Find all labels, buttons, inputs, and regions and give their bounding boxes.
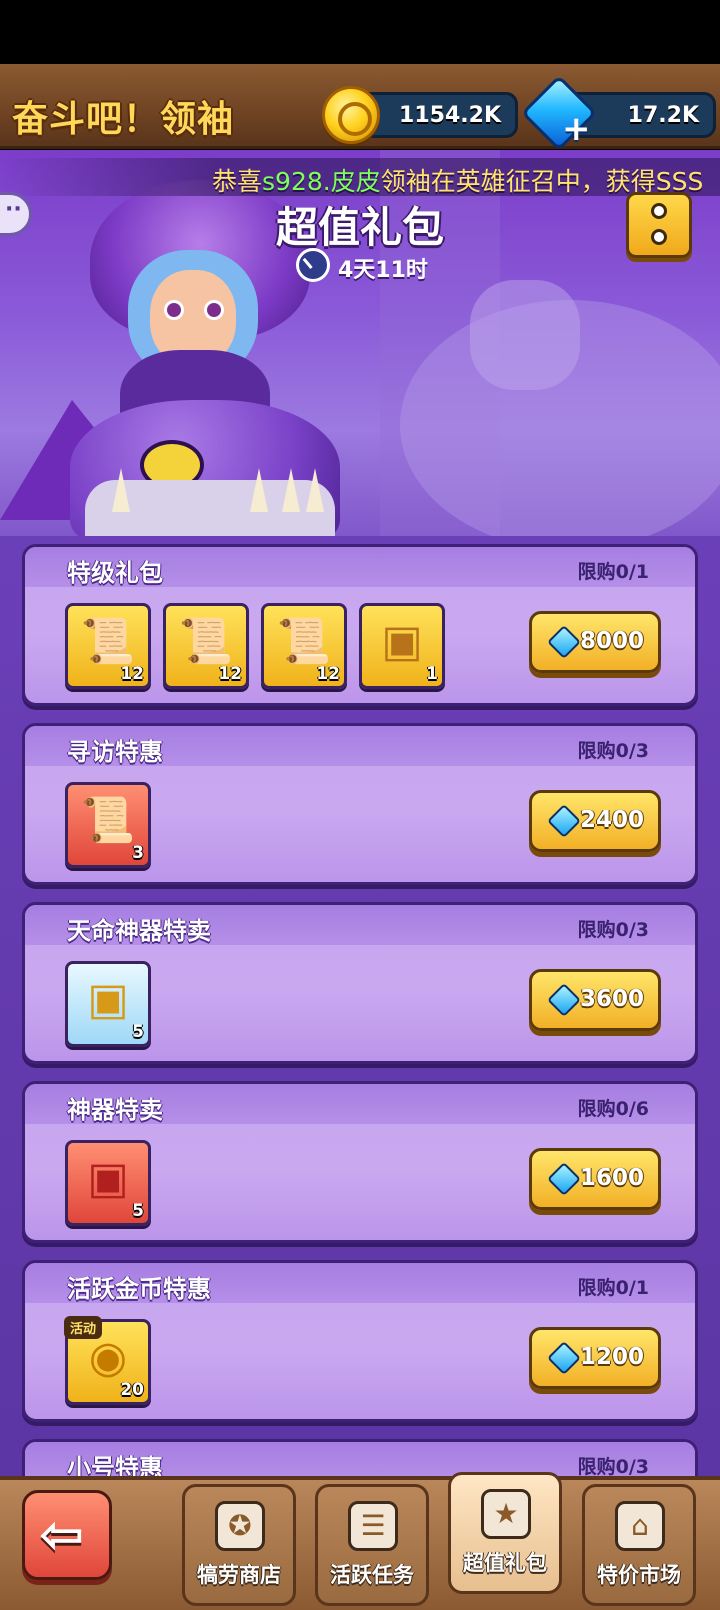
pack-limit: 限购0/3	[577, 919, 649, 941]
game-title: 奋斗吧！领袖	[12, 99, 235, 140]
tab-label: 超值礼包	[463, 1551, 547, 1575]
reward-shop-icon: ✪	[215, 1501, 265, 1551]
event-coin-icon[interactable]: ◉ 活动 20	[64, 1316, 151, 1405]
event-tag: 活动	[64, 1316, 103, 1339]
tab-label: 特价市场	[597, 1563, 681, 1587]
price-label: 3600	[580, 986, 645, 1012]
pack-limit: 限购0/1	[577, 1277, 649, 1299]
pack-card: 特级礼包 限购0/1 📜 12 📜 12 📜 12 ▣ 1 8000	[22, 544, 698, 706]
add-gem-icon[interactable]: +	[562, 112, 591, 146]
purple-scroll-icon[interactable]: 📜 3	[65, 782, 151, 868]
pack-card: 寻访特惠 限购0/3 📜 3 2400	[22, 723, 698, 885]
pack-card: 活跃金币特惠 限购0/1 ◉ 活动 20 1200	[22, 1260, 698, 1422]
task-list-icon: ☰	[348, 1501, 398, 1551]
buy-button[interactable]: 1600	[529, 1148, 661, 1210]
tab-active-tasks[interactable]: ☰ 活跃任务	[315, 1484, 429, 1606]
item-qty: 1	[426, 664, 438, 684]
tab-label: 犒劳商店	[197, 1563, 281, 1587]
tab-reward-shop[interactable]: ✪ 犒劳商店	[182, 1484, 296, 1606]
gem-icon	[547, 625, 581, 659]
gem-icon	[547, 983, 581, 1017]
gem-icon	[547, 804, 581, 838]
market-stall-icon: ⌂	[615, 1501, 665, 1551]
witch-right-eye	[204, 300, 224, 320]
info-button[interactable]	[626, 192, 692, 258]
item-qty: 12	[120, 664, 144, 684]
timer-text: 4天11时	[338, 258, 428, 283]
pack-limit: 限购0/3	[577, 740, 649, 762]
pack-card: 天命神器特卖 限购0/3 ▣ 5 3600	[22, 902, 698, 1064]
pack-title: 特级礼包	[67, 559, 163, 587]
pack-limit: 限购0/6	[577, 1098, 649, 1120]
scroll-icon[interactable]: 📜 12	[261, 603, 347, 689]
gift-box-icon: ★	[481, 1489, 531, 1539]
pack-card: 神器特卖 限购0/6 ▣ 5 1600	[22, 1081, 698, 1243]
background-cat-statue	[470, 280, 580, 390]
treasure-chest-icon[interactable]: ▣ 1	[359, 603, 445, 689]
pack-title: 神器特卖	[67, 1096, 163, 1124]
info-dot	[651, 203, 667, 219]
price-label: 1600	[580, 1165, 645, 1191]
gem-icon	[547, 1162, 581, 1196]
ticker-text: 恭喜s928.皮皮领袖在英雄征召中，获得SSS	[212, 162, 703, 196]
ticker-player: s928.皮皮	[262, 167, 381, 196]
scroll-icon[interactable]: 📜 12	[65, 603, 151, 689]
price-label: 8000	[580, 628, 645, 654]
status-bar	[0, 0, 720, 64]
golden-chest-icon[interactable]: ▣ 5	[65, 961, 151, 1047]
item-qty: 12	[218, 664, 242, 684]
ticker-prefix: 恭喜	[212, 167, 263, 196]
buy-button[interactable]: 8000	[529, 611, 661, 673]
buy-button[interactable]: 2400	[529, 790, 661, 852]
pack-title: 天命神器特卖	[67, 917, 211, 945]
gold-coin-icon	[322, 86, 380, 144]
page-title: 超值礼包	[275, 203, 444, 252]
item-qty: 5	[132, 1201, 144, 1221]
pack-list[interactable]: 特级礼包 限购0/1 📜 12 📜 12 📜 12 ▣ 1 8000 寻访特惠 限购0/…	[0, 536, 720, 1476]
back-arrow-icon: ⇦	[39, 1503, 85, 1566]
hero-banner: 恭喜s928.皮皮领袖在英雄征召中，获得SSS 超值礼包 4天11时	[0, 150, 720, 550]
tab-label: 活跃任务	[330, 1563, 414, 1587]
back-button[interactable]: ⇦	[22, 1490, 112, 1580]
red-chest-icon[interactable]: ▣ 5	[65, 1140, 151, 1226]
gem-icon	[547, 1341, 581, 1375]
info-dot	[651, 229, 667, 245]
buy-button[interactable]: 1200	[529, 1327, 661, 1389]
pack-limit: 限购0/3	[577, 1456, 649, 1476]
pack-title: 活跃金币特惠	[67, 1275, 211, 1303]
clock-icon	[296, 248, 330, 282]
gold-value: 1154.2K	[399, 103, 501, 128]
item-qty: 3	[132, 843, 144, 863]
price-label: 2400	[580, 807, 645, 833]
pack-title: 寻访特惠	[67, 738, 163, 766]
item-qty: 5	[132, 1022, 144, 1042]
item-qty: 12	[316, 664, 340, 684]
pack-limit: 限购0/1	[577, 561, 649, 583]
tab-value-packs[interactable]: ★ 超值礼包	[448, 1472, 562, 1594]
announcement-ticker: 恭喜s928.皮皮领袖在英雄征召中，获得SSS	[0, 158, 720, 196]
pack-title: 小号特惠	[67, 1454, 163, 1476]
scroll-icon[interactable]: 📜 12	[163, 603, 249, 689]
witch-left-eye	[164, 300, 184, 320]
gem-value: 17.2K	[627, 103, 699, 128]
pack-card: 小号特惠 限购0/3	[22, 1439, 698, 1476]
tab-special-market[interactable]: ⌂ 特价市场	[582, 1484, 696, 1606]
buy-button[interactable]: 3600	[529, 969, 661, 1031]
item-qty: 20	[120, 1380, 144, 1400]
price-label: 1200	[580, 1344, 645, 1370]
